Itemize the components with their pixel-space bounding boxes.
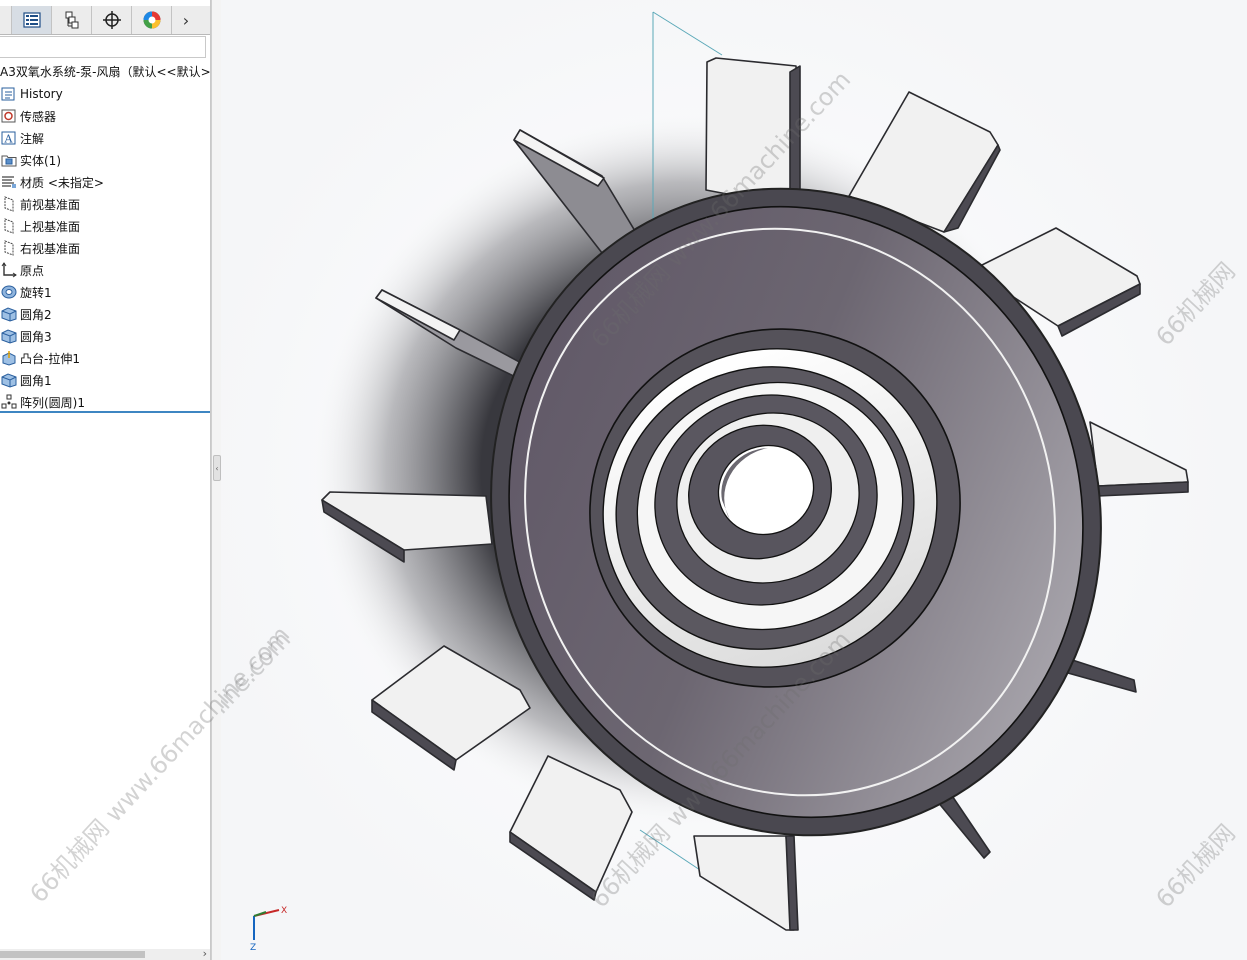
horizontal-scrollbar[interactable]: › xyxy=(0,947,210,960)
tree-item-label: 凸台-拉伸1 xyxy=(20,351,80,366)
tree-item-label: 原点 xyxy=(20,263,45,278)
tree-item-right-plane[interactable]: 右视基准面 xyxy=(0,237,210,259)
tree-filter-input[interactable] xyxy=(0,36,206,58)
fillet-icon xyxy=(1,306,17,322)
chevron-left-icon: ‹ xyxy=(215,463,219,473)
feature-manager-tab[interactable] xyxy=(12,6,52,34)
svg-text:A: A xyxy=(4,133,14,146)
feature-tree: History 传感器 A 注解 实体(1) 材质 <未指定> 前视基准面 上视… xyxy=(0,83,210,413)
dimxpert-tab[interactable] xyxy=(92,6,132,34)
tree-item-circular-pattern1[interactable]: 阵列(圆周)1 xyxy=(0,391,210,413)
triad-x-label: X xyxy=(281,906,287,916)
tree-item-fillet1[interactable]: 圆角1 xyxy=(0,369,210,391)
target-icon xyxy=(102,11,121,29)
sensor-icon xyxy=(1,108,17,124)
feature-tree-icon xyxy=(22,12,41,28)
history-icon xyxy=(1,86,17,102)
tree-item-label: 圆角3 xyxy=(20,329,52,344)
tree-item-label: 材质 <未指定> xyxy=(20,175,104,190)
tree-item-label: 旋转1 xyxy=(20,285,52,300)
manager-tabs: › xyxy=(0,6,210,35)
tree-item-label: History xyxy=(20,87,63,101)
plane-icon xyxy=(1,240,17,256)
tree-item-label: 注解 xyxy=(20,131,45,146)
property-manager-icon xyxy=(65,11,78,29)
tree-item-label: 上视基准面 xyxy=(20,219,81,234)
graphics-area[interactable]: X Z 66机械网 www.66machine.com 66机械网 www.66… xyxy=(221,0,1247,960)
tree-item-label: 阵列(圆周)1 xyxy=(20,395,85,410)
tree-item-fillet2[interactable]: 圆角2 xyxy=(0,303,210,325)
tree-item-label: 圆角2 xyxy=(20,307,52,322)
tree-item-origin[interactable]: 原点 xyxy=(0,259,210,281)
collapse-panel-button[interactable]: ‹ xyxy=(213,455,221,481)
tree-item-label: 圆角1 xyxy=(20,373,52,388)
tree-item-front-plane[interactable]: 前视基准面 xyxy=(0,193,210,215)
blade-edge xyxy=(789,65,801,207)
tree-item-label: 传感器 xyxy=(20,109,57,124)
tree-item-annotations[interactable]: A 注解 xyxy=(0,127,210,149)
rollback-bar[interactable] xyxy=(0,411,210,413)
extrude-icon xyxy=(1,350,17,366)
tree-item-top-plane[interactable]: 上视基准面 xyxy=(0,215,210,237)
tree-item-solid-bodies[interactable]: 实体(1) xyxy=(0,149,210,171)
chevron-right-icon: › xyxy=(182,10,190,30)
plane-icon xyxy=(1,196,17,212)
fan-model[interactable]: X Z xyxy=(221,0,1247,960)
tree-item-label: 实体(1) xyxy=(20,153,61,168)
tree-item-history[interactable]: History xyxy=(0,83,210,105)
tree-item-label: 前视基准面 xyxy=(20,197,81,212)
solid-bodies-icon xyxy=(1,152,17,168)
triad-z-label: Z xyxy=(250,943,256,953)
appearance-icon xyxy=(143,11,160,29)
tree-item-sensors[interactable]: 传感器 xyxy=(0,105,210,127)
tree-item-boss-extrude1[interactable]: 凸台-拉伸1 xyxy=(0,347,210,369)
property-manager-tab[interactable] xyxy=(52,6,92,34)
material-icon xyxy=(1,174,17,190)
tree-item-fillet3[interactable]: 圆角3 xyxy=(0,325,210,347)
feature-manager-panel: › A3双氧水系统-泵-风扇（默认<<默认>_ History 传感器 A 注解 xyxy=(0,0,211,960)
fillet-icon xyxy=(1,372,17,388)
tree-item-revolve1[interactable]: 旋转1 xyxy=(0,281,210,303)
revolve-icon xyxy=(1,284,17,300)
tree-item-label: 右视基准面 xyxy=(20,241,81,256)
circular-pattern-icon xyxy=(1,394,17,410)
blade xyxy=(705,57,801,207)
annotation-icon: A xyxy=(1,130,17,146)
origin-icon xyxy=(1,262,17,278)
fillet-icon xyxy=(1,328,17,344)
scrollbar-thumb[interactable] xyxy=(0,951,145,958)
document-title[interactable]: A3双氧水系统-泵-风扇（默认<<默认>_ xyxy=(0,64,210,80)
panel-splitter[interactable]: ‹ xyxy=(211,0,221,960)
display-manager-tab[interactable] xyxy=(132,6,172,34)
scroll-right-icon[interactable]: › xyxy=(203,947,207,960)
more-tabs-button[interactable]: › xyxy=(172,6,200,34)
plane-icon xyxy=(1,218,17,234)
tab-partial[interactable] xyxy=(0,6,12,34)
tree-item-material[interactable]: 材质 <未指定> xyxy=(0,171,210,193)
